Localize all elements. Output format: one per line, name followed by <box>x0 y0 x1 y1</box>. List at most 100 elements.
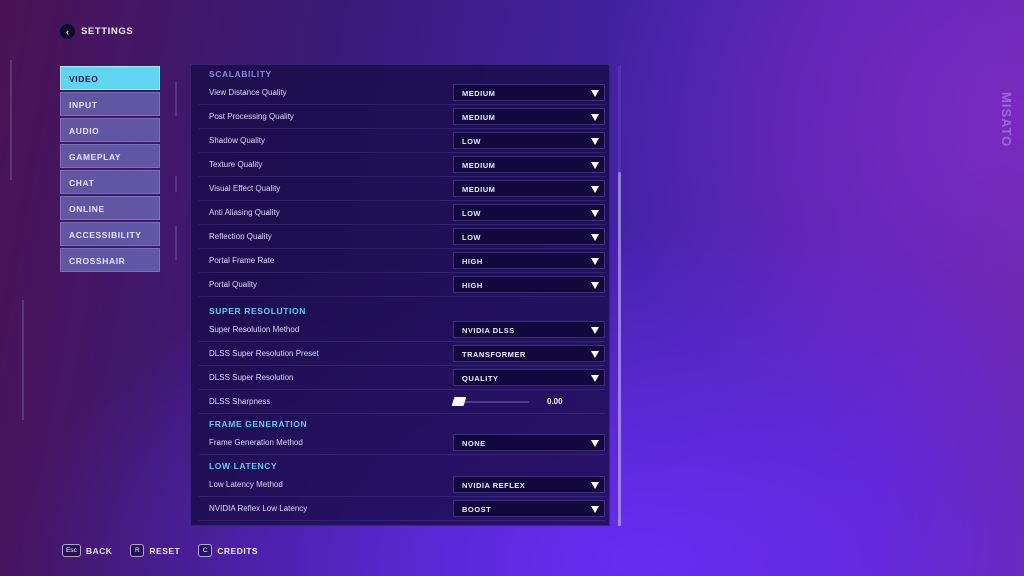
setting-label: Portal Frame Rate <box>209 256 275 265</box>
setting-label: Anti Aliasing Quality <box>209 208 280 217</box>
sharpness-slider-handle[interactable] <box>451 397 467 406</box>
tab-audio[interactable]: AUDIO <box>60 118 160 142</box>
setting-label: DLSS Sharpness <box>209 397 271 406</box>
setting-label: Portal Quality <box>209 280 258 289</box>
setting-row: DLSS Sharpness 0.00 <box>199 390 605 414</box>
dropdown-value: LOW <box>462 233 481 242</box>
dropdown-value: MEDIUM <box>462 185 496 194</box>
setting-row: Portal Frame Rate HIGH <box>199 249 605 273</box>
setting-dropdown[interactable]: NVIDIA DLSS <box>453 321 605 338</box>
tab-online[interactable]: ONLINE <box>60 196 160 220</box>
setting-row: Shadow Quality LOW <box>199 129 605 153</box>
dropdown-value: QUALITY <box>462 374 499 383</box>
key-badge: R <box>130 544 145 557</box>
dropdown-value: HIGH <box>462 281 483 290</box>
caret-down-icon <box>591 375 599 382</box>
caret-down-icon <box>591 351 599 358</box>
setting-row: NVIDIA Reflex Low Latency BOOST <box>199 497 605 521</box>
tab-accessibility[interactable]: ACCESSIBILITY <box>60 222 160 246</box>
setting-row: Super Resolution Method NVIDIA DLSS <box>199 318 605 342</box>
setting-label: Frame Generation Method <box>209 438 303 447</box>
caret-down-icon <box>591 90 599 97</box>
tab-input[interactable]: INPUT <box>60 92 160 116</box>
caret-down-icon <box>591 506 599 513</box>
section-title: FRAME GENERATION <box>209 419 308 429</box>
setting-label: Reflection Quality <box>209 232 272 241</box>
tab-video[interactable]: VIDEO <box>60 66 160 90</box>
setting-label: DLSS Super Resolution Preset <box>209 349 319 358</box>
divider-mark <box>22 300 24 420</box>
hint-credits[interactable]: C CREDITS <box>198 544 258 557</box>
caret-down-icon <box>591 210 599 217</box>
divider-mark <box>175 176 177 192</box>
section-title: LOW LATENCY <box>209 461 278 471</box>
dropdown-value: MEDIUM <box>462 113 496 122</box>
tab-crosshair[interactable]: CROSSHAIR <box>60 248 160 272</box>
scrollbar-thumb[interactable] <box>618 172 621 526</box>
setting-dropdown[interactable]: QUALITY <box>453 369 605 386</box>
tab-gameplay[interactable]: GAMEPLAY <box>60 144 160 168</box>
setting-dropdown[interactable]: TRANSFORMER <box>453 345 605 362</box>
setting-row: Visual Effect Quality MEDIUM <box>199 177 605 201</box>
setting-dropdown[interactable]: MEDIUM <box>453 180 605 197</box>
caret-down-icon <box>591 186 599 193</box>
dropdown-value: HIGH <box>462 257 483 266</box>
setting-dropdown[interactable]: LOW <box>453 228 605 245</box>
divider-mark <box>175 82 177 116</box>
dropdown-value: LOW <box>462 209 481 218</box>
dropdown-value: LOW <box>462 137 481 146</box>
setting-dropdown[interactable]: LOW <box>453 204 605 221</box>
footer-hints: Esc BACK R RESET C CREDITS <box>62 544 258 557</box>
setting-row: Portal Quality HIGH <box>199 273 605 297</box>
key-badge: C <box>198 544 213 557</box>
caret-down-icon <box>591 138 599 145</box>
setting-label: DLSS Super Resolution <box>209 373 294 382</box>
tab-chat[interactable]: CHAT <box>60 170 160 194</box>
setting-row: DLSS Super Resolution Preset TRANSFORMER <box>199 342 605 366</box>
dropdown-value: MEDIUM <box>462 89 496 98</box>
divider-mark <box>10 60 12 180</box>
settings-tabs: VIDEO INPUT AUDIO GAMEPLAY CHAT ONLINE ACCESSI… <box>60 66 160 272</box>
dropdown-value: BOOST <box>462 505 492 514</box>
section-title: SCALABILITY <box>209 69 272 79</box>
setting-dropdown[interactable]: MEDIUM <box>453 84 605 101</box>
settings-panel: SCALABILITY View Distance Quality MEDIUM Po… <box>190 64 610 526</box>
hint-reset[interactable]: R RESET <box>130 544 180 557</box>
setting-dropdown[interactable]: MEDIUM <box>453 108 605 125</box>
dropdown-value: MEDIUM <box>462 161 496 170</box>
caret-down-icon <box>591 440 599 447</box>
setting-row: Frame Generation Method NONE <box>199 431 605 455</box>
hint-label: BACK <box>85 545 113 556</box>
setting-row: Post Processing Quality MEDIUM <box>199 105 605 129</box>
setting-dropdown[interactable]: LOW <box>453 132 605 149</box>
setting-row: Texture Quality MEDIUM <box>199 153 605 177</box>
setting-dropdown[interactable]: BOOST <box>453 500 605 517</box>
caret-down-icon <box>591 114 599 121</box>
setting-row: Low Latency Method NVIDIA REFLEX <box>199 473 605 497</box>
dropdown-value: NVIDIA REFLEX <box>462 481 526 490</box>
setting-dropdown[interactable]: HIGH <box>453 252 605 269</box>
caret-down-icon <box>591 282 599 289</box>
setting-label: Super Resolution Method <box>209 325 300 334</box>
setting-dropdown[interactable]: HIGH <box>453 276 605 293</box>
chevron-left-icon[interactable]: ‹ <box>60 24 75 39</box>
header: ‹ SETTINGS <box>60 24 133 39</box>
setting-dropdown[interactable]: MEDIUM <box>453 156 605 173</box>
hint-back[interactable]: Esc BACK <box>62 544 112 557</box>
page-title: SETTINGS <box>81 26 134 37</box>
brand-watermark: MISATO <box>999 92 1014 148</box>
hint-label: RESET <box>149 545 181 556</box>
setting-label: Low Latency Method <box>209 480 283 489</box>
setting-label: Shadow Quality <box>209 136 266 145</box>
setting-label: NVIDIA Reflex Low Latency <box>209 504 308 513</box>
setting-row: Anti Aliasing Quality LOW <box>199 201 605 225</box>
setting-dropdown[interactable]: NVIDIA REFLEX <box>453 476 605 493</box>
sharpness-value: 0.00 <box>547 397 563 406</box>
setting-dropdown[interactable]: NONE <box>453 434 605 451</box>
section-title: SUPER RESOLUTION <box>209 306 306 316</box>
sharpness-slider-track[interactable] <box>465 401 529 403</box>
setting-label: View Distance Quality <box>209 88 287 97</box>
dropdown-value: NONE <box>462 439 486 448</box>
hint-label: CREDITS <box>217 545 259 556</box>
setting-label: Texture Quality <box>209 160 263 169</box>
